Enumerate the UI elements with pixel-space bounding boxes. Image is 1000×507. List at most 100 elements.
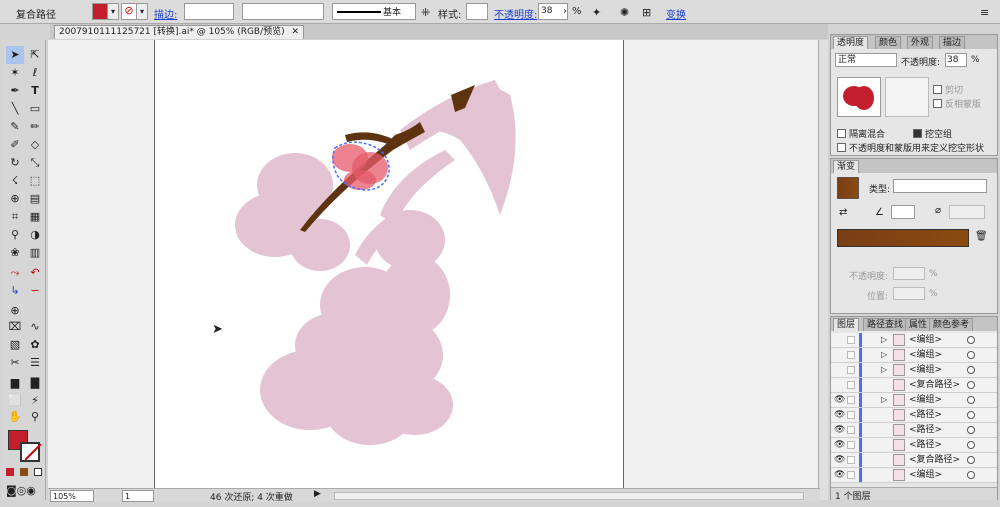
curve-icon[interactable]: ∽ (26, 282, 44, 300)
blend-icon[interactable]: ◑ (26, 226, 44, 244)
selection-tool-icon[interactable]: ➤ (6, 46, 24, 64)
scale-icon[interactable]: ⤡ (26, 154, 44, 172)
visibility-eye-icon[interactable]: 👁 (834, 393, 845, 407)
target-circle-icon[interactable] (967, 351, 975, 359)
expand-arrow-icon[interactable]: ▷ (881, 363, 887, 377)
layer-row[interactable]: 👁 <复合路径> (831, 453, 997, 468)
horizontal-scrollbar[interactable] (334, 492, 804, 500)
expand-arrow-icon[interactable]: ▷ (881, 333, 887, 347)
reverse-gradient-icon[interactable]: ⇄ (839, 207, 847, 218)
vertical-scrollbar[interactable] (818, 40, 828, 500)
target-circle-icon[interactable] (967, 336, 975, 344)
list-icon[interactable]: ☰ (26, 354, 44, 372)
rotate-icon[interactable]: ↻ (6, 154, 24, 172)
pen-tool-icon[interactable]: ✒ (6, 82, 24, 100)
stroke-none-icon[interactable]: ⊘ (121, 3, 137, 20)
color-mode-icon[interactable] (6, 468, 14, 476)
opacity-input[interactable]: 38 (945, 53, 967, 67)
tab-color-guide[interactable]: 颜色参考 (929, 318, 974, 331)
lock-toggle[interactable] (847, 336, 855, 344)
layer-row[interactable]: ▷ <编组> (831, 363, 997, 378)
transform-link[interactable]: 变换 (666, 6, 686, 21)
tab-stroke[interactable]: 描边 (939, 36, 966, 49)
lock-toggle[interactable] (847, 471, 855, 479)
line-tool-icon[interactable]: ╲ (6, 100, 24, 118)
rectangle-tool-icon[interactable]: ▭ (26, 100, 44, 118)
visibility-eye-icon[interactable]: 👁 (834, 423, 845, 437)
isolate-blending-checkbox[interactable] (837, 129, 846, 138)
target-circle-icon[interactable] (967, 471, 975, 479)
lock-toggle[interactable] (847, 396, 855, 404)
recolor-icon[interactable]: ✦ (592, 6, 601, 19)
target-circle-icon[interactable] (967, 426, 975, 434)
gradient-mode-icon[interactable] (20, 468, 28, 476)
target-circle-icon[interactable] (967, 396, 975, 404)
chevron-down-icon[interactable]: ▾ (136, 3, 148, 20)
visibility-eye-icon[interactable]: 👁 (834, 453, 845, 467)
tab-transparency[interactable]: 透明度 (833, 36, 869, 49)
hand-icon[interactable]: ✋ (6, 408, 24, 426)
layer-row[interactable]: 👁 <编组> (831, 468, 997, 483)
expand-arrow-icon[interactable]: ▷ (881, 348, 887, 362)
none-mode-icon[interactable] (34, 468, 42, 476)
blend-mode-select[interactable]: 正常 (835, 53, 897, 67)
layer-row[interactable]: <复合路径> (831, 378, 997, 393)
graphic-style-swatch[interactable] (466, 3, 488, 20)
visibility-eye-icon[interactable]: 👁 (834, 408, 845, 422)
zoom-icon[interactable]: ⚲ (26, 408, 44, 426)
magic-wand-icon[interactable]: ✶ (6, 64, 24, 82)
lasso-icon[interactable]: ℓ (26, 64, 44, 82)
align-icon[interactable]: ⊞ (642, 6, 651, 19)
wave-icon[interactable]: ∿ (26, 318, 44, 336)
tab-color[interactable]: 颜色 (875, 36, 902, 49)
lock-toggle[interactable] (847, 456, 855, 464)
anchor-icon[interactable]: ↳ (6, 282, 24, 300)
stroke-link[interactable]: 描边: (154, 6, 177, 21)
lock-toggle[interactable] (847, 381, 855, 389)
target-circle-icon[interactable] (967, 411, 975, 419)
zoom-select[interactable]: 105% (50, 490, 94, 502)
lock-toggle[interactable] (847, 441, 855, 449)
spray-icon[interactable]: ✿ (26, 336, 44, 354)
symbol-sprayer-icon[interactable]: ❀ (6, 244, 24, 262)
aspect-ratio-input[interactable] (949, 205, 985, 219)
target-circle-icon[interactable] (967, 441, 975, 449)
eraser-icon[interactable]: ◇ (26, 136, 44, 154)
document-tab[interactable]: 2007910111125721 [转换].ai* @ 105% (RGB/预览… (54, 25, 304, 39)
tab-attributes[interactable]: 属性 (905, 318, 932, 331)
target-circle-icon[interactable] (967, 456, 975, 464)
lock-toggle[interactable] (847, 411, 855, 419)
fill-swatch[interactable] (92, 3, 108, 20)
opacity-link[interactable]: 不透明度: (494, 6, 537, 21)
pencil-icon[interactable]: ✏ (26, 118, 44, 136)
gradient-slider[interactable] (837, 229, 969, 247)
tab-gradient[interactable]: 渐变 (833, 160, 860, 173)
gradient-type-select[interactable] (893, 179, 987, 193)
draw-mode-icon[interactable]: ◙◎◉ (6, 484, 36, 497)
target-circle-icon[interactable] (967, 366, 975, 374)
grid-icon[interactable]: ⁜ (421, 6, 430, 19)
mesh-icon[interactable]: ⌗ (6, 208, 24, 226)
eyedropper-icon[interactable]: ⚲ (6, 226, 24, 244)
variable-width-select[interactable] (242, 3, 324, 20)
type-tool-icon[interactable]: T (26, 82, 44, 100)
envelope-icon[interactable]: ⌧ (6, 318, 24, 336)
stroke-color-swatch[interactable] (20, 442, 42, 462)
visibility-eye-icon[interactable]: 👁 (834, 468, 845, 482)
trash-icon[interactable]: 🗑 (975, 231, 988, 242)
invert-mask-checkbox[interactable] (933, 99, 942, 108)
perspective-icon[interactable]: ▤ (26, 190, 44, 208)
visibility-eye-icon[interactable]: 👁 (834, 438, 845, 452)
mask-thumbnail[interactable] (885, 77, 929, 117)
artboard[interactable] (154, 40, 624, 488)
gradient-swatch[interactable] (837, 177, 859, 199)
layer-row[interactable]: ▷ <编组> (831, 348, 997, 363)
width-tool-icon[interactable]: ⤳ (6, 264, 24, 282)
lock-toggle[interactable] (847, 351, 855, 359)
status-menu-icon[interactable]: ▶ (314, 489, 321, 499)
tab-layers[interactable]: 图层 (833, 318, 860, 331)
angle-input[interactable] (891, 205, 915, 219)
layer-row[interactable]: 👁 ▷ <编组> (831, 393, 997, 408)
stop-opacity-input[interactable] (893, 267, 925, 280)
shape-builder-icon[interactable]: ⊕ (6, 190, 24, 208)
